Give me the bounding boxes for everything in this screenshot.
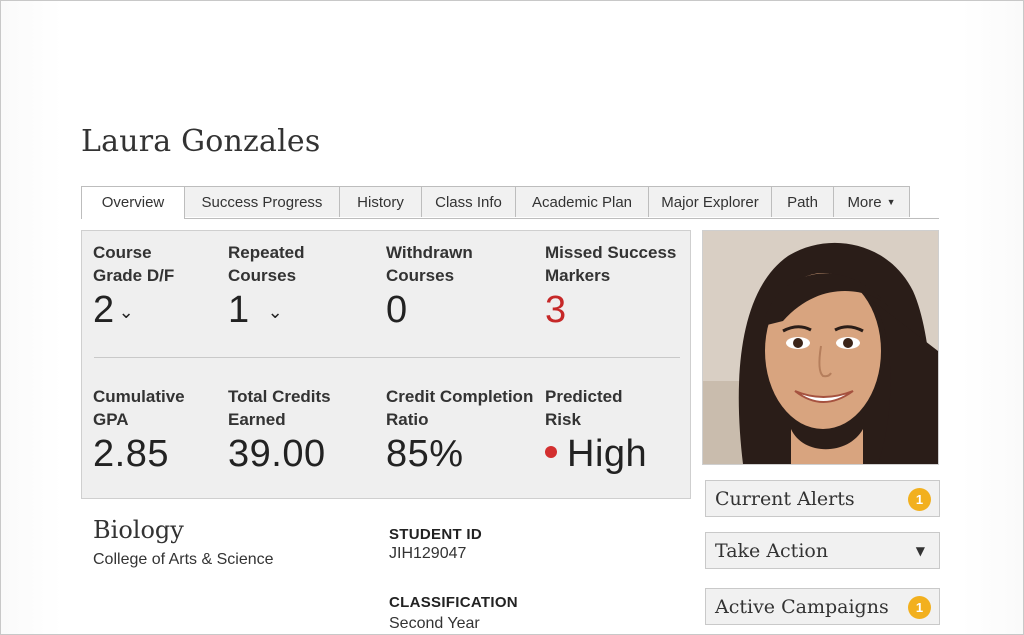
take-action-button[interactable]: Take Action ▼ xyxy=(705,532,940,569)
stat-label: Credit Completion Ratio xyxy=(386,387,534,429)
caret-down-icon: ▼ xyxy=(886,197,896,207)
tab-academic-plan[interactable]: Academic Plan xyxy=(515,186,649,217)
tab-overview[interactable]: Overview xyxy=(81,186,185,219)
classification-label: CLASSIFICATION xyxy=(389,594,518,611)
stat-withdrawn-courses: Withdrawn Courses 0 xyxy=(386,241,473,332)
tab-history[interactable]: History xyxy=(339,186,422,217)
tab-label: Overview xyxy=(101,194,165,211)
tab-label: Success Progress xyxy=(201,194,323,211)
student-photo xyxy=(702,230,939,465)
alert-count-badge: 1 xyxy=(908,488,931,511)
tab-label: Class Info xyxy=(435,194,502,211)
stat-value: 85% xyxy=(386,433,464,475)
stat-value[interactable]: 2 ⌄ xyxy=(93,289,174,332)
stat-label: Repeated Courses xyxy=(228,243,305,285)
tab-more[interactable]: More ▼ xyxy=(833,186,910,217)
stat-value[interactable]: 1 ⌄ xyxy=(228,289,305,332)
current-alerts-button[interactable]: Current Alerts 1 xyxy=(705,480,940,517)
student-photo-illustration xyxy=(703,231,938,464)
stat-predicted-risk: Predicted Risk High xyxy=(545,385,647,476)
risk-dot-icon xyxy=(545,446,557,458)
current-alerts-label: Current Alerts xyxy=(715,488,855,510)
college-name: College of Arts & Science xyxy=(93,551,274,568)
major-title: Biology xyxy=(93,516,184,544)
stat-label: Cumulative GPA xyxy=(93,387,185,429)
student-id-value: JIH129047 xyxy=(389,545,467,562)
stat-label: Predicted Risk xyxy=(545,387,623,429)
tab-label: Path xyxy=(787,194,818,211)
tab-bar: Overview Success Progress History Class … xyxy=(81,186,939,219)
stat-course-grade: Course Grade D/F 2 ⌄ xyxy=(93,241,174,332)
tab-label: History xyxy=(357,194,404,211)
stats-panel: Course Grade D/F 2 ⌄ Repeated Courses 1 ⌄ Wi… xyxy=(81,230,691,499)
stat-value: 2.85 xyxy=(93,433,169,475)
stat-value: High xyxy=(545,433,647,476)
stat-label: Total Credits Earned xyxy=(228,387,331,429)
stat-label: Course Grade D/F xyxy=(93,243,175,285)
stat-value: 0 xyxy=(386,289,408,331)
student-id-label: STUDENT ID xyxy=(389,526,482,543)
stat-label: Missed Success Markers xyxy=(545,243,677,285)
stat-value: 39.00 xyxy=(228,433,326,475)
tab-label: Major Explorer xyxy=(661,194,759,211)
stat-label: Withdrawn Courses xyxy=(386,243,473,285)
stat-total-credits: Total Credits Earned 39.00 xyxy=(228,385,331,476)
student-name: Laura Gonzales xyxy=(81,124,321,159)
stat-repeated-courses: Repeated Courses 1 ⌄ xyxy=(228,241,305,332)
campaign-count-badge: 1 xyxy=(908,596,931,619)
stat-credit-completion: Credit Completion Ratio 85% xyxy=(386,385,533,476)
active-campaigns-label: Active Campaigns xyxy=(715,596,889,618)
tab-success-progress[interactable]: Success Progress xyxy=(184,186,340,217)
tab-path[interactable]: Path xyxy=(771,186,834,217)
stat-cumulative-gpa: Cumulative GPA 2.85 xyxy=(93,385,185,476)
tab-major-explorer[interactable]: Major Explorer xyxy=(648,186,772,217)
stats-divider xyxy=(94,357,680,358)
tab-class-info[interactable]: Class Info xyxy=(421,186,516,217)
stat-value: 3 xyxy=(545,289,567,331)
chevron-down-icon[interactable]: ⌄ xyxy=(119,302,135,322)
tab-label: Academic Plan xyxy=(531,194,633,211)
chevron-down-icon[interactable]: ⌄ xyxy=(268,302,284,322)
stat-missed-markers: Missed Success Markers 3 xyxy=(545,241,676,332)
classification-value: Second Year xyxy=(389,615,480,632)
take-action-label: Take Action xyxy=(715,540,829,562)
caret-down-icon: ▼ xyxy=(915,544,925,558)
tab-label: More xyxy=(847,194,882,211)
active-campaigns-button[interactable]: Active Campaigns 1 xyxy=(705,588,940,625)
